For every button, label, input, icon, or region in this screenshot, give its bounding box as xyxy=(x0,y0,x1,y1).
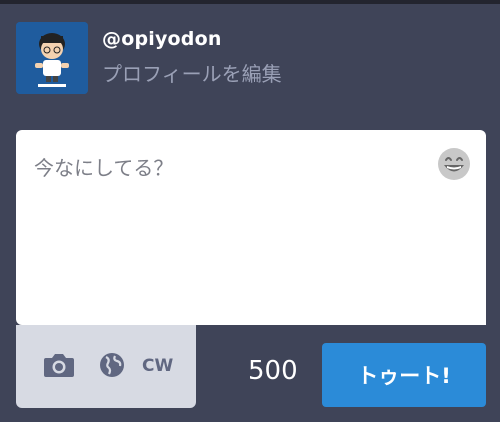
upload-media-button[interactable] xyxy=(42,351,76,383)
compose-textarea[interactable] xyxy=(16,130,426,310)
compose-box xyxy=(16,130,486,325)
edit-profile-link[interactable]: プロフィールを編集 xyxy=(102,58,282,87)
avatar[interactable] xyxy=(16,22,88,94)
toot-button[interactable]: トゥート! xyxy=(322,343,486,407)
account-header: @opiyodon プロフィールを編集 xyxy=(16,22,476,96)
camera-icon xyxy=(44,354,74,377)
globe-icon xyxy=(100,353,124,377)
character-counter: 500 xyxy=(248,356,298,386)
user-avatar-icon xyxy=(16,22,88,94)
emoji-picker-button[interactable] xyxy=(434,144,474,184)
content-warning-button[interactable]: CW xyxy=(142,356,173,376)
top-bar xyxy=(0,0,500,4)
privacy-button[interactable] xyxy=(98,351,126,383)
account-handle[interactable]: @opiyodon xyxy=(102,28,222,50)
compose-toolbar: CW xyxy=(16,325,196,408)
grinning-face-icon xyxy=(438,148,470,180)
